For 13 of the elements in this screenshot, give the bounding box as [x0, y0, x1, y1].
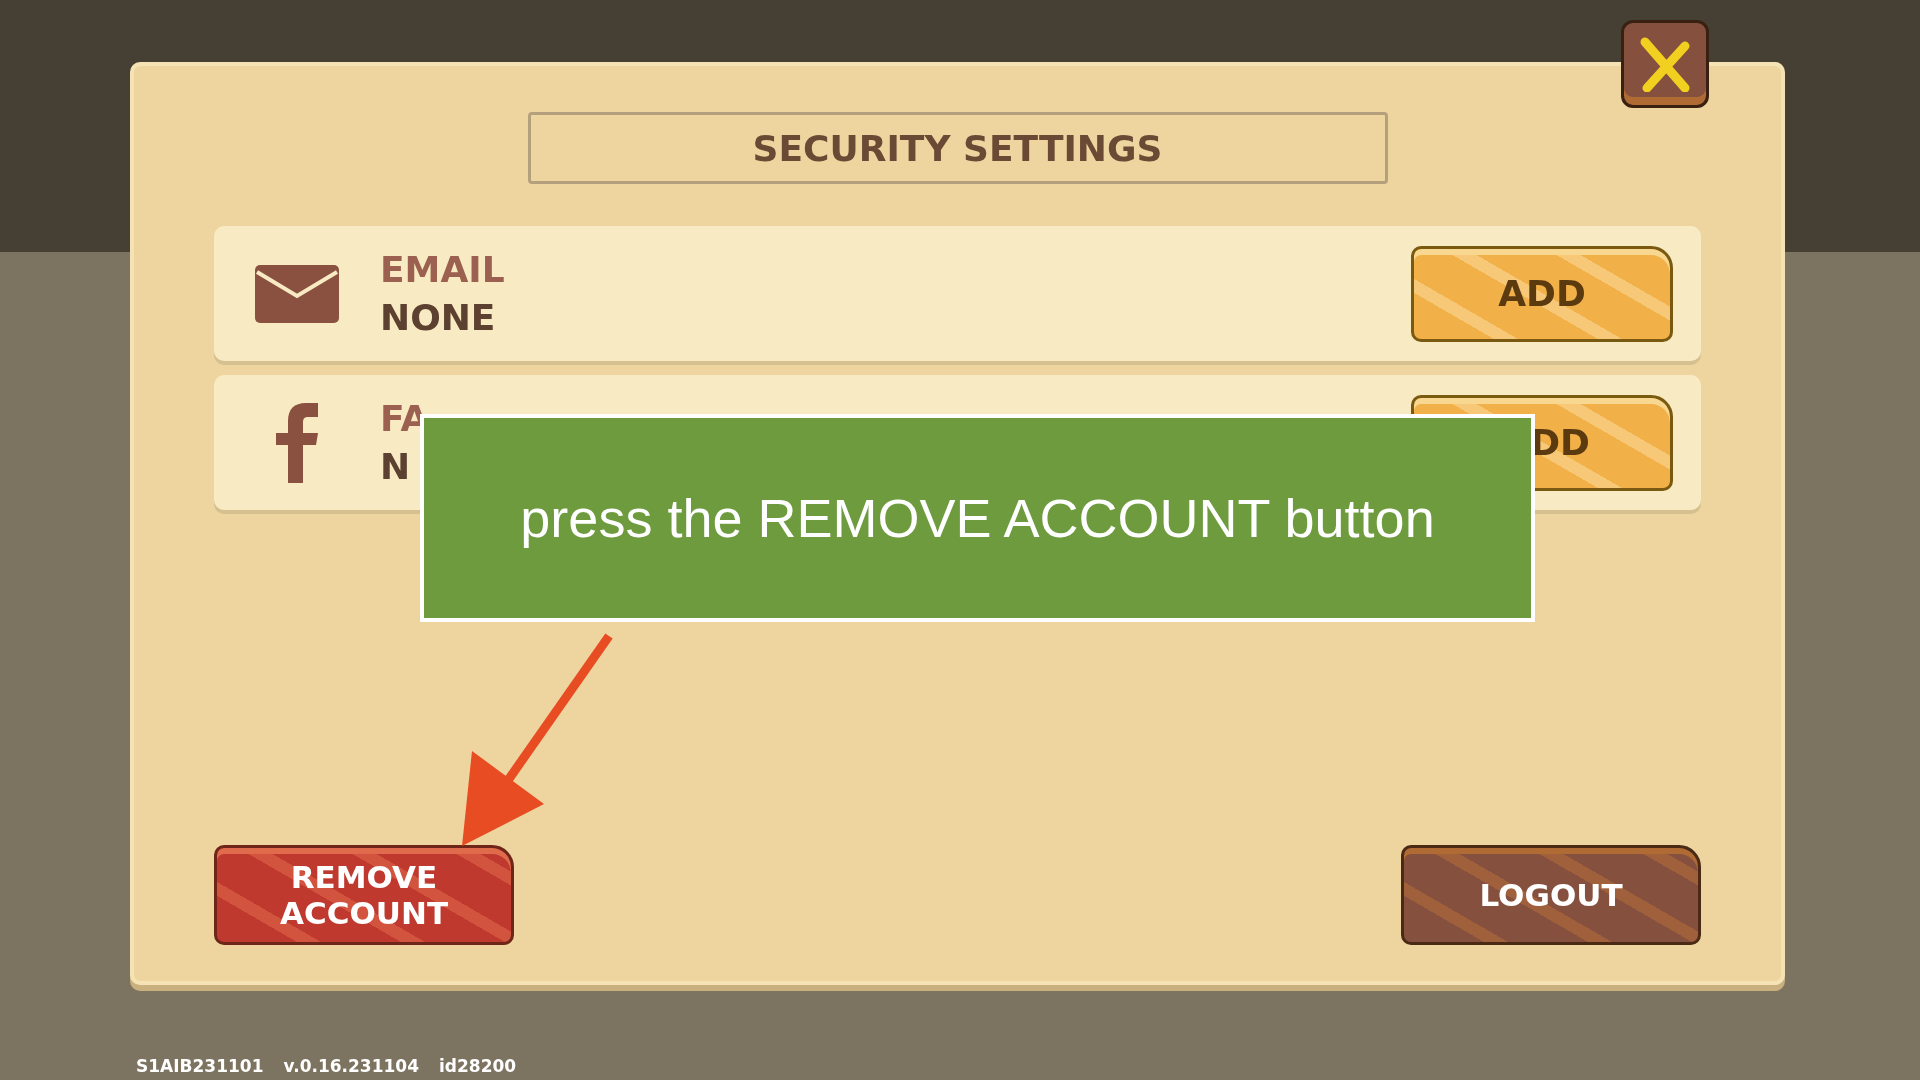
remove-account-button[interactable]: REMOVE ACCOUNT: [214, 845, 514, 945]
account-value: N: [380, 444, 412, 489]
close-button[interactable]: [1621, 20, 1709, 108]
account-value: NONE: [380, 295, 497, 340]
build-info-text: v.0.16.231104: [283, 1056, 419, 1076]
dialog-title: SECURITY SETTINGS: [527, 112, 1388, 184]
envelope-icon: [255, 264, 339, 323]
account-label: EMAIL: [380, 247, 506, 292]
build-info-text: S1AIB231101: [136, 1056, 264, 1076]
logout-button[interactable]: LOGOUT: [1401, 845, 1701, 945]
add-button[interactable]: ADD: [1411, 245, 1673, 342]
build-info-text: id28200: [439, 1056, 517, 1076]
facebook-f-icon: [276, 402, 318, 483]
